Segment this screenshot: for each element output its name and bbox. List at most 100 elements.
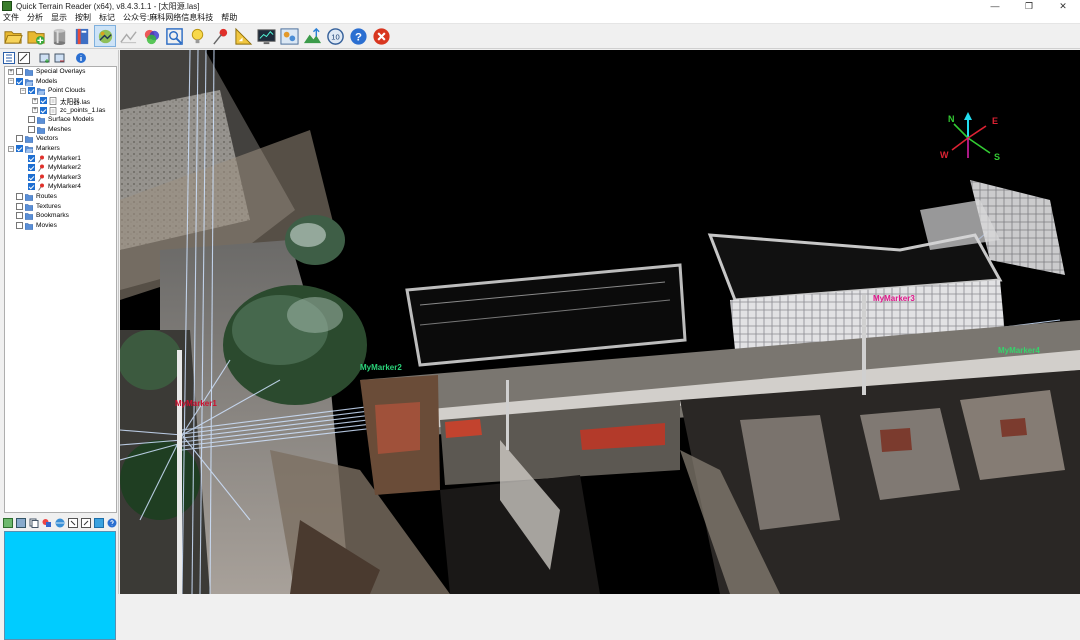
preview-tool-1[interactable] [3,517,13,528]
tree-item-label: Meshes [48,125,72,133]
open-folder-button[interactable] [2,25,24,47]
preview-tool-8[interactable] [94,517,104,528]
tree-item-mymarker4[interactable]: MyMarker4 [5,182,116,192]
folder-open-icon [25,78,33,86]
visibility-checkbox[interactable] [16,77,23,85]
layers-button[interactable] [71,25,93,47]
visibility-checkbox[interactable] [28,116,35,124]
visibility-checkbox[interactable] [40,106,47,114]
tree-item-mymarker2[interactable]: MyMarker2 [5,163,116,173]
expand-toggle[interactable]: − [8,78,14,85]
tree-item-label: Movies [36,221,57,229]
expand-toggle[interactable]: − [20,87,26,94]
measure-button[interactable] [232,25,254,47]
tree-item-movies[interactable]: Movies [5,221,116,231]
expand-toggle[interactable]: + [32,107,38,114]
tree-item-mymarker3[interactable]: MyMarker3 [5,173,116,183]
menu-display[interactable]: 显示 [51,12,67,23]
visibility-checkbox[interactable] [28,154,35,162]
tree-item-zc-points-1-las[interactable]: + zc_points_1.las [5,105,116,115]
tree-item-special-overlays[interactable]: + Special Overlays [5,67,116,77]
tree-item-textures[interactable]: Textures [5,201,116,211]
folder-icon [25,222,33,230]
overview-preview[interactable] [4,531,116,640]
tree-item-mymarker1[interactable]: MyMarker1 [5,153,116,163]
visibility-checkbox[interactable] [16,212,23,220]
marker-label-1[interactable]: MyMarker1 [175,399,217,408]
profile-button[interactable] [117,25,139,47]
tree-view-button[interactable] [3,52,15,64]
preview-tool-3[interactable] [29,518,39,528]
visibility-checkbox[interactable] [16,221,23,229]
tree-item-label: MyMarker3 [48,173,81,181]
close-button[interactable]: ✕ [1046,0,1080,12]
point-cloud-viewport[interactable]: MyMarker1 MyMarker2 MyMarker3 MyMarker4 … [120,50,1080,594]
preview-tool-7[interactable] [81,517,91,528]
expand-toggle[interactable]: − [8,145,14,152]
color-rgb-button[interactable] [140,25,162,47]
compass-east: E [992,116,998,126]
exit-button[interactable] [370,25,392,47]
visibility-checkbox[interactable] [28,164,35,172]
add-data-button[interactable] [25,25,47,47]
visibility-checkbox[interactable] [28,183,35,191]
lighting-button[interactable] [186,25,208,47]
menu-file[interactable]: 文件 [3,12,19,23]
visibility-checkbox[interactable] [28,87,35,95]
arrow-icon [81,517,91,528]
timer-button[interactable]: 10 [324,25,346,47]
folder-open-icon [37,87,45,96]
pin-button[interactable] [209,25,231,47]
tree-item-point-clouds[interactable]: − Point Clouds [5,86,116,96]
visibility-checkbox[interactable] [16,193,23,201]
tree-item-routes[interactable]: Routes [5,192,116,202]
tree-item-surface-models[interactable]: Surface Models [5,115,116,125]
tree-item-markers[interactable]: − Markers [5,144,116,154]
expand-spacer [20,174,26,180]
visibility-checkbox[interactable] [28,173,35,181]
marker-label-3[interactable]: MyMarker3 [873,294,915,303]
menu-control[interactable]: 按制 [75,12,91,23]
preview-help-button[interactable] [107,518,117,528]
tree-item-meshes[interactable]: Meshes [5,125,116,135]
zoom-extent-button[interactable] [163,25,185,47]
preview-tool-6[interactable] [68,517,78,528]
tree-item-bookmarks[interactable]: Bookmarks [5,211,116,221]
marker-label-4[interactable]: MyMarker4 [998,346,1040,355]
info-button[interactable] [75,52,87,64]
shop-banner-small [445,419,482,438]
menu-markers[interactable]: 标记 [99,12,115,23]
expand-toggle[interactable]: + [32,97,38,104]
cylinder-button[interactable] [48,25,70,47]
help-button[interactable]: ? [347,25,369,47]
expand-toggle[interactable]: + [8,68,14,75]
add-layer-button[interactable] [39,52,51,64]
navigate-button[interactable] [94,25,116,47]
visibility-checkbox[interactable] [16,135,23,143]
terrain-button[interactable] [301,25,323,47]
menu-analysis[interactable]: 分析 [27,12,43,23]
tree-item-models[interactable]: − Models [5,77,116,87]
menu-help[interactable]: 帮助 [221,12,237,23]
visibility-checkbox[interactable] [16,145,23,153]
screenshot-button[interactable] [278,25,300,47]
remove-layer-button[interactable] [54,52,66,64]
visibility-checkbox[interactable] [28,125,35,133]
visibility-checkbox[interactable] [40,97,47,105]
tree-item-label: Markers [36,145,60,153]
preview-tool-4[interactable] [42,518,52,528]
visibility-checkbox[interactable] [16,68,23,76]
pin-icon [212,28,227,45]
menu-public-account[interactable]: 公众号:麻科网络信息科技 [123,12,213,23]
tree-item-vectors[interactable]: Vectors [5,134,116,144]
marker-label-2[interactable]: MyMarker2 [360,363,402,372]
maximize-button[interactable]: ❐ [1012,0,1046,12]
monitor-button[interactable] [255,25,277,47]
properties-icon [18,52,30,64]
preview-tool-2[interactable] [16,517,26,528]
visibility-checkbox[interactable] [16,202,23,210]
properties-button[interactable] [18,52,30,64]
minimize-button[interactable]: — [978,0,1012,12]
preview-tool-5[interactable] [55,518,65,528]
tree-item-las[interactable]: + 太阳器.las [5,96,116,106]
